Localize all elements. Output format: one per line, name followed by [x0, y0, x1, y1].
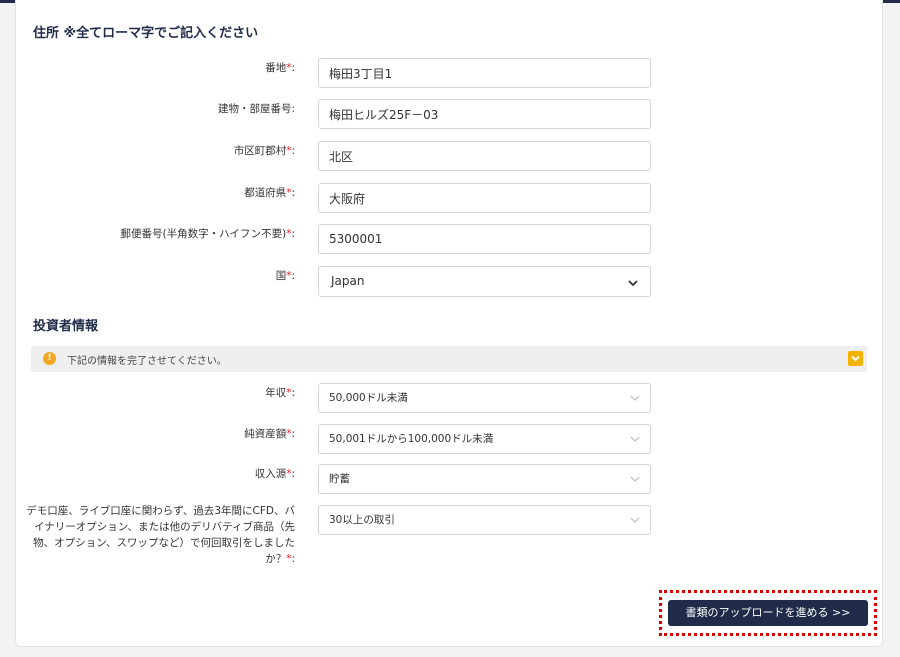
- postal-code-label: 郵便番号(半角数字・ハイフン不要)*:: [120, 228, 296, 240]
- chevron-down-icon: [630, 476, 640, 482]
- country-value: Japan: [331, 274, 365, 288]
- postal-code-input[interactable]: [318, 224, 651, 254]
- street-label: 番地*:: [265, 62, 295, 74]
- annual-income-value: 50,000ドル未満: [329, 392, 408, 404]
- investor-section-title: 投資者情報: [33, 319, 99, 334]
- proceed-upload-button[interactable]: 書類のアップロードを進める >>: [668, 600, 868, 626]
- net-assets-value: 50,001ドルから100,000ドル未満: [329, 433, 494, 445]
- chevron-down-icon: [630, 395, 640, 401]
- prefecture-label: 都道府県*:: [244, 187, 295, 199]
- address-section-title: 住所 ※全てローマ字でご記入ください: [33, 26, 259, 41]
- notice-text: 下記の情報を完了させてください。: [67, 356, 227, 367]
- city-label: 市区町郡村*:: [233, 145, 295, 157]
- chevron-down-icon: [630, 517, 640, 523]
- building-label: 建物・部屋番号:: [217, 103, 295, 115]
- income-source-value: 貯蓄: [329, 473, 350, 485]
- city-input[interactable]: [318, 141, 651, 171]
- annual-income-select[interactable]: 50,000ドル未満: [318, 383, 651, 413]
- notice-bar: ! 下記の情報を完了させてください。: [31, 346, 867, 372]
- trading-question-label: デモ口座、ライブ口座に関わらず、過去3年間にCFD、バイナリーオプション、または…: [26, 505, 295, 565]
- prefecture-input[interactable]: [318, 183, 651, 213]
- info-icon: !: [43, 352, 56, 365]
- annual-income-label: 年収*:: [265, 387, 295, 399]
- trading-count-value: 30以上の取引: [329, 514, 395, 526]
- country-select[interactable]: Japan: [318, 266, 651, 297]
- street-input[interactable]: [318, 58, 651, 88]
- building-input[interactable]: [318, 99, 651, 129]
- chevron-down-icon: [628, 280, 638, 287]
- chevron-down-icon: [851, 355, 860, 362]
- country-label: 国*:: [275, 270, 295, 282]
- expand-toggle[interactable]: [848, 351, 863, 366]
- net-assets-select[interactable]: 50,001ドルから100,000ドル未満: [318, 424, 651, 454]
- trading-count-select[interactable]: 30以上の取引: [318, 505, 651, 535]
- income-source-select[interactable]: 貯蓄: [318, 464, 651, 494]
- net-assets-label: 純資産額*:: [244, 428, 295, 440]
- chevron-down-icon: [630, 436, 640, 442]
- income-source-label: 収入源*:: [254, 468, 295, 480]
